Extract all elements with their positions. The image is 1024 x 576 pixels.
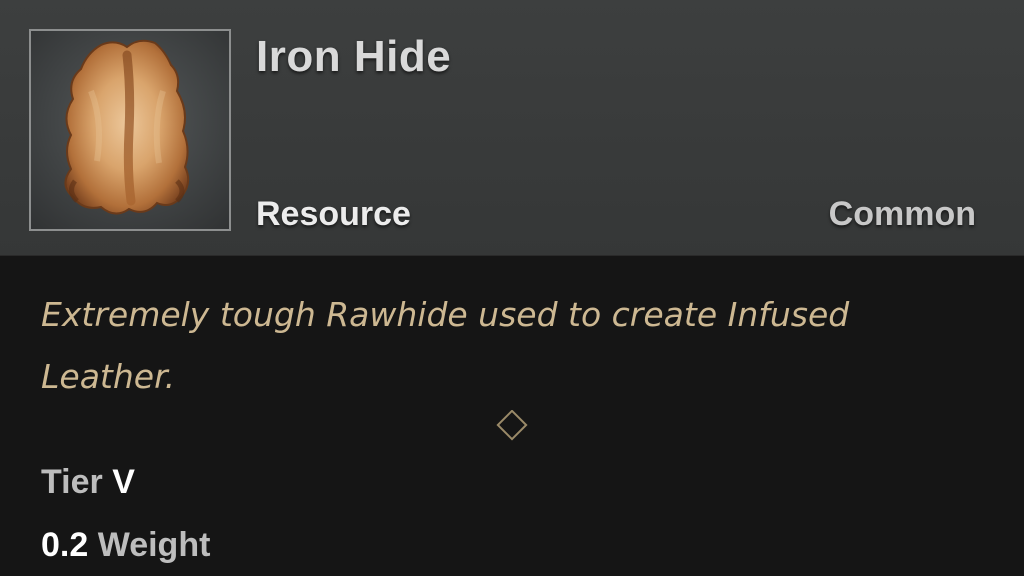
tooltip-header: Iron Hide Resource Common	[0, 0, 1024, 256]
weight-value: 0.2	[41, 526, 89, 564]
section-divider	[40, 410, 984, 444]
item-rarity: Common	[828, 195, 976, 233]
item-type: Resource	[256, 195, 411, 233]
tier-stat: Tier V	[41, 463, 135, 502]
item-tooltip: Iron Hide Resource Common Extremely toug…	[0, 0, 1024, 576]
diamond-ornament-icon	[496, 410, 528, 441]
item-name: Iron Hide	[256, 32, 452, 81]
weight-stat: 0.2 Weight	[41, 526, 210, 565]
item-description: Extremely tough Rawhide used to create I…	[41, 295, 850, 396]
tier-value: V	[112, 463, 135, 501]
animal-hide-icon	[64, 39, 190, 215]
tier-label: Tier	[41, 463, 103, 501]
item-icon-frame	[29, 29, 231, 231]
weight-label: Weight	[97, 526, 211, 564]
